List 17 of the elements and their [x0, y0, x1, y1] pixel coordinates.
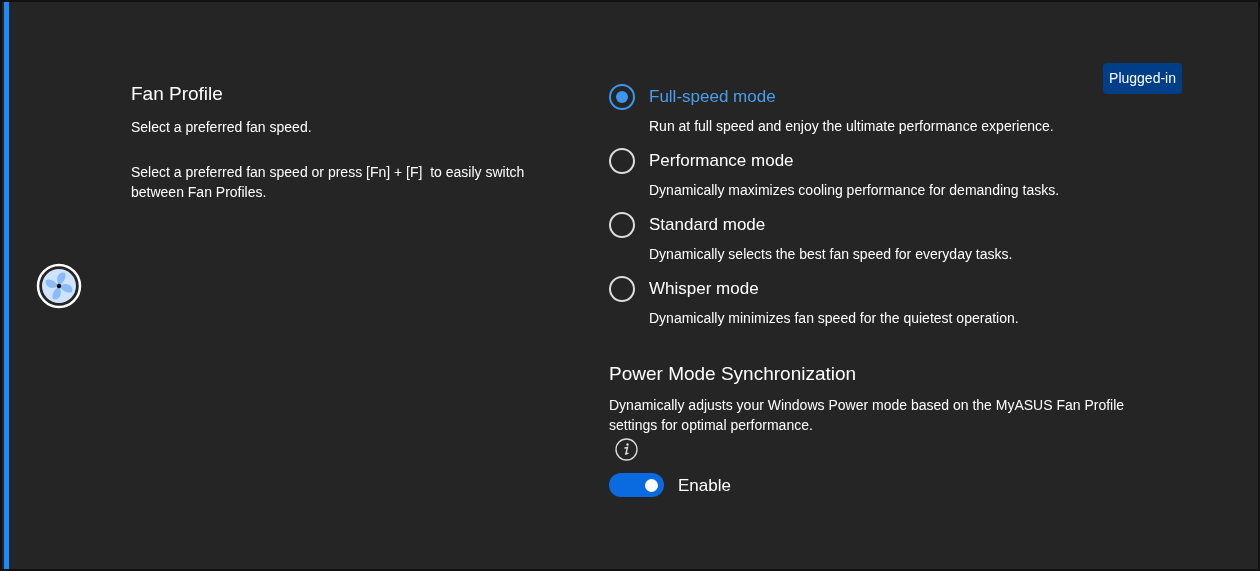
info-icon	[615, 437, 638, 461]
radio-option[interactable]: Performance mode	[609, 148, 1182, 174]
option-description: Run at full speed and enjoy the ultimate performance experience.	[649, 117, 1055, 136]
section-subtitle: Select a preferred fan speed.	[131, 117, 313, 137]
fan-icon	[36, 262, 82, 309]
option-description: Dynamically minimizes fan speed for the quietest operation.	[649, 309, 1020, 328]
option-description: Dynamically selects the best fan speed for everyday tasks.	[649, 245, 1014, 264]
radio-option[interactable]: Whisper mode	[609, 276, 1182, 302]
sync-title: Power Mode Synchronization	[609, 362, 858, 386]
section-description: Select a preferred fan speed or press [Fn] + [F] to easily switch between Fan Profiles.	[131, 162, 526, 202]
radio-option[interactable]: Standard mode	[609, 212, 1182, 238]
toggle-label: Enable	[678, 474, 731, 497]
sync-description: Dynamically adjusts your Windows Power mode based on the MyASUS Fan Profile settings for optimal performance.	[609, 395, 1126, 435]
status-badge: Plugged-in	[1103, 63, 1182, 94]
toggle-switch[interactable]	[609, 473, 664, 498]
option-description: Dynamically maximizes cooling performance for demanding tasks.	[649, 181, 1061, 200]
section-title: Fan Profile	[131, 82, 224, 106]
